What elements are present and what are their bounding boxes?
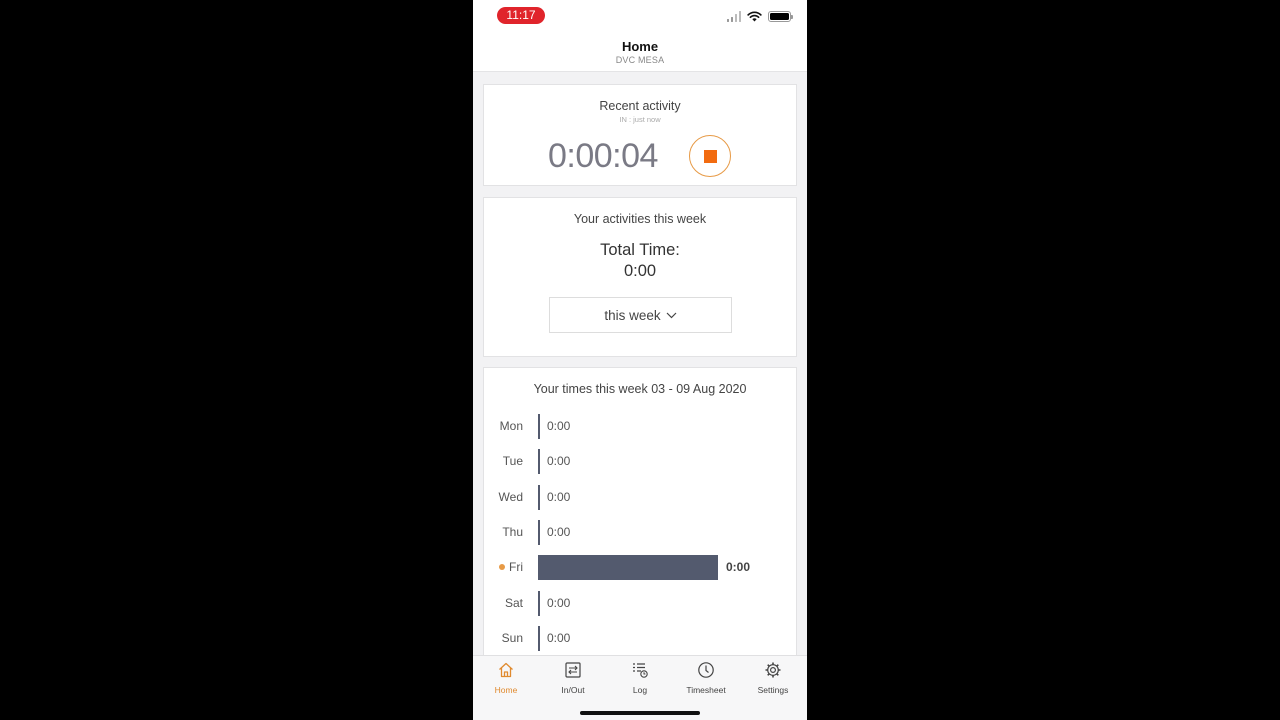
wifi-icon xyxy=(747,10,762,21)
page-title: Home xyxy=(621,39,659,54)
day-value: 0:00 xyxy=(547,595,571,610)
in-out-icon xyxy=(565,662,581,678)
cellular-signal-icon xyxy=(726,10,741,22)
status-icons xyxy=(726,9,793,23)
tab-timesheet[interactable]: Timesheet xyxy=(673,660,739,695)
day-label-text: Fri xyxy=(509,560,523,575)
tab-settings-label: Settings xyxy=(757,685,789,695)
day-value: 0:00 xyxy=(547,630,571,645)
elapsed-timer: 0:00:04 xyxy=(548,137,658,175)
stop-button[interactable] xyxy=(689,135,731,177)
day-label: Sat xyxy=(505,596,523,610)
day-value: 0:00 xyxy=(547,419,571,433)
tab-settings[interactable]: Settings xyxy=(740,660,806,695)
day-bar xyxy=(538,519,540,545)
period-select[interactable]: this week xyxy=(549,297,732,333)
tab-home[interactable]: Home xyxy=(473,660,539,695)
clock-icon xyxy=(698,662,714,678)
home-indicator xyxy=(580,711,700,715)
page-subtitle: DVC MESA xyxy=(615,55,665,65)
day-bar xyxy=(538,555,718,581)
status-bar: 11:17 xyxy=(473,0,807,32)
day-label-text: Wed xyxy=(498,489,523,504)
week-activities-title: Your activities this week xyxy=(573,212,707,226)
day-label-text: Thu xyxy=(502,524,523,539)
tab-bar: Home In/Out Log Timesheet Settings xyxy=(473,655,807,720)
day-label: Fri xyxy=(499,560,523,574)
day-label: Sun xyxy=(502,631,523,645)
week-times-title: Your times this week 03 - 09 Aug 2020 xyxy=(533,382,747,396)
nav-header: Home DVC MESA xyxy=(473,32,807,72)
log-icon xyxy=(633,663,648,678)
tab-log[interactable]: Log xyxy=(607,660,673,695)
day-row: Thu 0:00 xyxy=(484,519,796,546)
day-label: Mon xyxy=(500,419,523,433)
day-row: Mon 0:00 xyxy=(484,414,796,440)
tab-in-out[interactable]: In/Out xyxy=(540,660,606,695)
day-bar xyxy=(538,484,540,510)
day-row: Tue 0:00 xyxy=(484,449,796,475)
day-bar xyxy=(538,414,540,439)
day-row: Sat 0:00 xyxy=(484,590,796,617)
recent-activity-card: Recent activity IN : just now 0:00:04 xyxy=(483,84,797,186)
day-row: Fri 0:00 xyxy=(484,555,796,581)
day-label-text: Sat xyxy=(504,595,523,610)
day-value: 0:00 xyxy=(547,489,571,504)
stop-icon xyxy=(703,149,717,163)
home-icon xyxy=(499,662,513,678)
week-activities-card: Your activities this week Total Time: 0:… xyxy=(483,197,797,357)
recent-activity-status: IN : just now xyxy=(619,115,661,124)
phone-screen: 11:17 Home DVC MESA Recent activity IN :… xyxy=(473,0,807,720)
tab-in-out-label: In/Out xyxy=(561,685,585,695)
status-time: 11:17 xyxy=(497,7,545,24)
day-bar xyxy=(538,590,540,616)
day-value: 0:00 xyxy=(726,560,751,575)
tab-timesheet-label: Timesheet xyxy=(686,685,726,695)
day-label-text: Mon xyxy=(499,419,523,433)
day-bar xyxy=(538,625,540,651)
total-time-value: 0:00 xyxy=(623,262,657,280)
recent-activity-title: Recent activity xyxy=(599,99,681,113)
day-label-text: Sun xyxy=(501,630,523,645)
day-label: Thu xyxy=(502,525,523,539)
period-select-value: this week xyxy=(604,307,661,323)
today-indicator-dot xyxy=(499,564,505,571)
total-time-label: Total Time: xyxy=(600,241,680,259)
day-bar xyxy=(538,449,540,475)
day-row: Wed 0:00 xyxy=(484,484,796,511)
chevron-down-icon xyxy=(666,312,677,318)
day-label: Tue xyxy=(503,454,523,468)
day-label: Wed xyxy=(499,490,523,504)
day-value: 0:00 xyxy=(547,524,571,539)
week-times-card: Your times this week 03 - 09 Aug 2020 Mo… xyxy=(483,367,797,667)
tab-log-label: Log xyxy=(632,685,648,695)
gear-icon xyxy=(765,662,781,678)
day-label-text: Tue xyxy=(502,454,523,469)
day-value: 0:00 xyxy=(547,454,571,469)
day-row: Sun 0:00 xyxy=(484,625,796,652)
battery-icon xyxy=(768,10,793,22)
tab-home-label: Home xyxy=(494,685,518,695)
